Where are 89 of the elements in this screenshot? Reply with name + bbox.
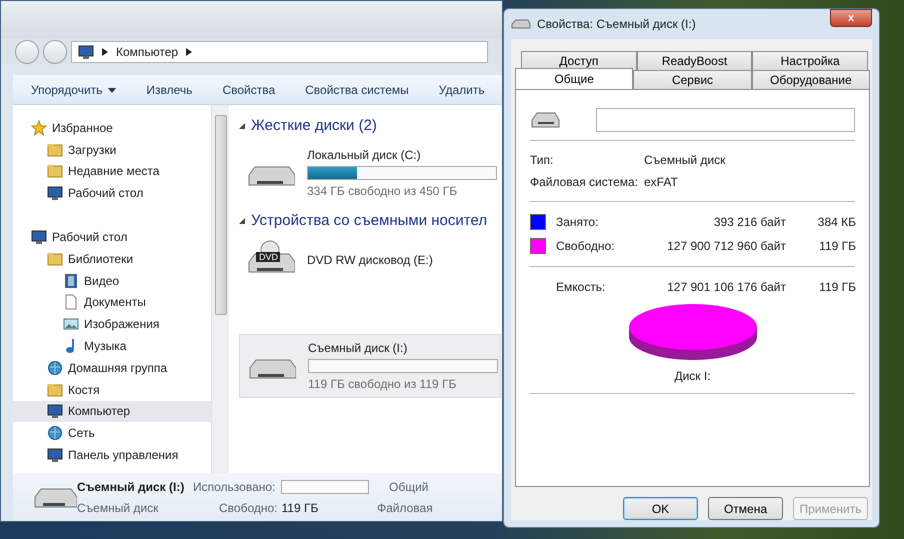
breadcrumb-item[interactable]: Компьютер (116, 43, 178, 61)
tab[interactable]: Оборудование (752, 70, 870, 89)
caret-icon (108, 88, 116, 93)
info-value: Съемный диск (644, 152, 726, 169)
chevron-icon (186, 48, 192, 56)
drive-type: Съемный диск (77, 500, 160, 516)
scrollbar[interactable] (211, 105, 229, 473)
dialog-title: Свойства: Съемный диск (I:) (537, 16, 696, 33)
sidebar-item[interactable]: Документы (13, 292, 211, 314)
sidebar-item[interactable]: Костя (13, 378, 211, 401)
sidebar-item[interactable]: Изображения (13, 313, 211, 336)
file-system-label: Файловая (376, 500, 434, 516)
collapse-icon (239, 123, 245, 130)
tab[interactable]: ReadyBoost (636, 51, 752, 70)
toolbar-button[interactable]: Свойства системы (305, 80, 409, 98)
drive-item[interactable]: Съемный диск (I:) 119 ГБ свободно из 119 ГБ (239, 334, 501, 398)
free-label: Свободно: (219, 500, 278, 516)
document-icon (63, 294, 79, 310)
capacity-label: Емкость: (556, 279, 606, 296)
toolbar-button[interactable]: Упорядочить (31, 80, 116, 98)
drive-badge: DVD (257, 252, 280, 262)
tab[interactable]: Настройка (752, 51, 868, 70)
drive-icon (530, 111, 560, 129)
info-label: Тип: (530, 152, 554, 169)
picture-icon (63, 316, 79, 332)
sidebar-item[interactable]: Домашняя группа (13, 356, 211, 379)
byte-count: 127 900 712 960 байт (666, 238, 786, 255)
used-label: Использовано: (193, 478, 276, 496)
section-heading[interactable]: Устройства со съемными носител (251, 210, 488, 232)
drive-name: Съемный диск (I:) (308, 340, 408, 357)
tab[interactable]: Общие (515, 68, 634, 89)
monitor-icon (31, 229, 47, 246)
folder-icon (47, 250, 63, 267)
free-space-text: 119 ГБ свободно из 119 ГБ (308, 376, 458, 393)
dialog-button[interactable]: OK (623, 497, 698, 520)
monitor-icon (47, 447, 63, 464)
drive-item[interactable]: DVD DVD RW дисковод (E:) (239, 236, 501, 284)
size-value: 384 КБ (816, 214, 856, 231)
tab[interactable]: Доступ (521, 51, 637, 70)
pie-caption: Диск I: (673, 368, 712, 385)
monitor-icon (78, 44, 94, 60)
sidebar-item[interactable]: Рабочий стол (13, 226, 211, 248)
toolbar-button[interactable]: Удалить (438, 80, 485, 98)
chevron-icon (102, 48, 108, 56)
sidebar-item[interactable]: Музыка (13, 335, 211, 357)
forward-button[interactable] (43, 40, 67, 64)
address-bar[interactable]: Компьютер (71, 41, 488, 63)
folder-icon (47, 142, 63, 158)
byte-count: 393 216 байт (712, 214, 786, 231)
monitor-icon (47, 403, 63, 420)
collapse-icon (239, 218, 245, 224)
globe-icon (47, 360, 63, 376)
free-space-text: 334 ГБ свободно из 450 ГБ (307, 182, 458, 200)
sidebar-item[interactable]: Компьютер (13, 400, 211, 422)
tab[interactable]: Сервис (633, 70, 752, 89)
section-heading[interactable]: Жесткие диски (2) (251, 115, 377, 138)
globe-icon (47, 425, 63, 442)
sidebar-item[interactable]: Недавние места (13, 160, 211, 182)
dialog-button[interactable]: Отмена (708, 497, 783, 520)
usage-label: Свободно: (556, 238, 616, 255)
size-value: 119 ГБ (818, 238, 856, 255)
sidebar-item[interactable]: Панель управления (13, 444, 211, 466)
monitor-icon (47, 185, 63, 202)
usage-label: Занято: (556, 214, 600, 231)
total-label: Общий (388, 478, 430, 496)
drive-icon (511, 19, 531, 29)
sidebar-item[interactable]: Рабочий стол (13, 182, 211, 204)
film-icon (63, 272, 79, 289)
sidebar-item[interactable]: Загрузки (13, 138, 211, 161)
star-icon (31, 120, 47, 136)
drive-name: Локальный диск (C:) (307, 146, 422, 164)
size-value: 119 ГБ (818, 279, 856, 296)
drive-name: DVD RW дисковод (E:) (307, 252, 433, 269)
toolbar-button[interactable]: Извлечь (146, 80, 192, 98)
info-label: Файловая система: (530, 174, 640, 191)
drive-item[interactable]: Локальный диск (C:) 334 ГБ свободно из 450 ГБ (239, 142, 501, 204)
toolbar-button[interactable]: Свойства (222, 80, 276, 98)
sidebar-item[interactable]: Сеть (13, 422, 211, 444)
folder-icon (47, 382, 63, 398)
folder-icon (47, 163, 63, 180)
drive-name: Съемный диск (I:) (77, 478, 186, 496)
sidebar-item[interactable]: Библиотеки (13, 248, 211, 270)
info-value: exFAT (644, 174, 678, 191)
back-button[interactable] (15, 40, 39, 64)
sidebar-item[interactable]: Видео (13, 270, 211, 292)
name-field[interactable] (596, 108, 855, 132)
free-value: 119 ГБ (282, 500, 318, 516)
byte-count: 127 901 106 176 байт (666, 279, 786, 296)
sidebar-item[interactable]: Избранное (13, 117, 211, 139)
